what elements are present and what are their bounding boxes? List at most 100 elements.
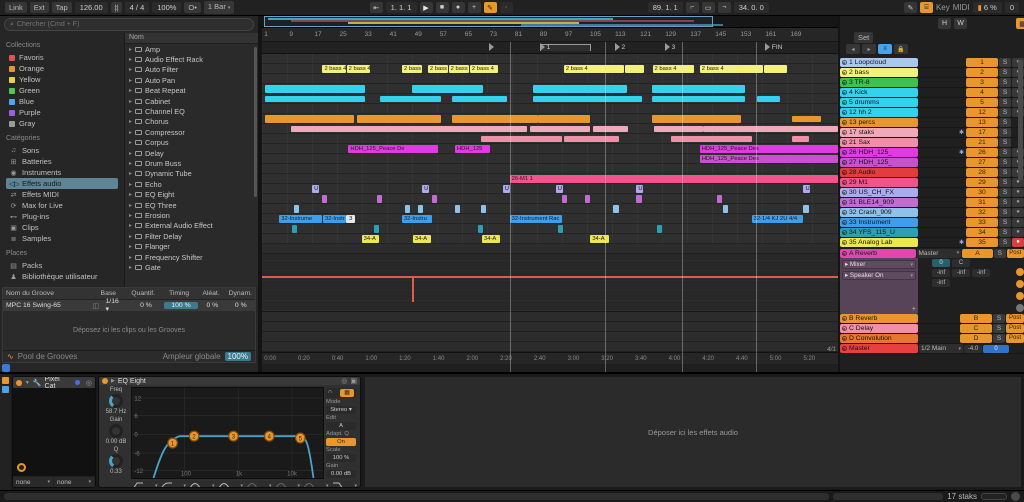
track-number-box[interactable]: 32: [966, 208, 998, 217]
track-header-33[interactable]: ▸33 Instrument33S●: [840, 218, 1024, 228]
punch-in-icon[interactable]: ⌐: [686, 2, 699, 13]
pixel-cat-knob[interactable]: [17, 463, 26, 472]
track-header-3[interactable]: ▸3 TR-83S●: [840, 78, 1024, 88]
track-activator[interactable]: ▸: [842, 80, 847, 85]
groove-name[interactable]: MPC 16 Swing-65: [3, 302, 90, 309]
track-activator[interactable]: ▸: [842, 60, 847, 65]
sidebar-item-sons[interactable]: ♫Sons: [6, 145, 118, 156]
scale-value[interactable]: 100 %: [326, 454, 356, 462]
locator-row[interactable]: 123FIN: [262, 42, 838, 54]
clip[interactable]: [564, 136, 619, 142]
filter-type-select[interactable]: ▾: [131, 481, 159, 488]
expand-triangle-icon[interactable]: ▸: [129, 160, 132, 167]
tempo-field[interactable]: 126.00: [75, 2, 108, 13]
solo-button[interactable]: S: [999, 98, 1011, 107]
zoom-width-button[interactable]: W: [954, 18, 967, 29]
return-d-lane[interactable]: [262, 332, 838, 342]
clip[interactable]: 34-A: [482, 235, 500, 243]
follow-button[interactable]: ⇤: [370, 2, 383, 13]
clip[interactable]: [703, 126, 838, 132]
clip[interactable]: [265, 96, 365, 102]
clip-lane-1[interactable]: [262, 54, 838, 64]
return-name[interactable]: ▸B Reverb: [840, 314, 918, 323]
filter-type-select[interactable]: ▾: [160, 481, 188, 488]
track-name[interactable]: ▸32 Crash_909: [840, 208, 918, 217]
expand-triangle-icon[interactable]: ▸: [129, 254, 132, 261]
sidebar-item-clips[interactable]: ▣Clips: [6, 222, 118, 233]
track-header-32[interactable]: ▸32 Crash_90932S●: [840, 208, 1024, 218]
track-name[interactable]: ▸29 M1: [840, 178, 918, 187]
device-drop-zone[interactable]: Déposer ici les effets audio: [364, 376, 1022, 488]
browser-list-header[interactable]: Nom: [125, 33, 258, 44]
expand-triangle-icon[interactable]: ▸: [129, 181, 132, 188]
sends-section-button[interactable]: ▸: [862, 44, 876, 54]
track-header-4[interactable]: ▸4 Kick4S●: [840, 88, 1024, 98]
metronome-icon[interactable]: |:|: [111, 2, 122, 13]
master-header[interactable]: ▸Master1/2 Main▾-4.00: [840, 344, 1024, 354]
clip[interactable]: 2 bass: [402, 65, 422, 73]
sidebar-item-purple[interactable]: Purple: [6, 107, 118, 118]
clip[interactable]: U: [556, 185, 563, 193]
solo-button[interactable]: S: [999, 118, 1011, 127]
clip[interactable]: [652, 85, 745, 93]
track-number-box[interactable]: 30: [966, 188, 998, 197]
device-item[interactable]: ▸Flanger: [125, 241, 258, 251]
link-button[interactable]: Link: [5, 2, 27, 13]
return-d-header[interactable]: ▸D ConvolutionDSPost: [840, 334, 1024, 344]
sidebar-item-samples[interactable]: ≣Samples: [6, 233, 118, 244]
time-signature-field[interactable]: 4 / 4: [125, 2, 150, 13]
groove-column-header[interactable]: Nom du Groove: [3, 290, 92, 297]
track-activator[interactable]: ▸: [842, 190, 847, 195]
track-number-box[interactable]: 17: [966, 128, 998, 137]
zoom-height-button[interactable]: H: [938, 18, 951, 29]
clip[interactable]: 2 bass 4: [428, 65, 448, 73]
track-header-26[interactable]: ▸26 HDH_125_✱26S●: [840, 148, 1024, 158]
clip[interactable]: [657, 225, 662, 233]
expand-triangle-icon[interactable]: ▸: [129, 98, 132, 105]
sidebar-item-effets-midi[interactable]: ⇄Effets MIDI: [6, 189, 118, 200]
groove-column-header[interactable]: Timing: [162, 290, 197, 297]
master-name[interactable]: ▸Master: [840, 344, 918, 353]
clip[interactable]: U: [312, 185, 319, 193]
track-name[interactable]: ▸2 bass: [840, 68, 918, 77]
status-loop-box[interactable]: [981, 493, 1007, 500]
ext-button[interactable]: Ext: [30, 2, 49, 13]
track-activator[interactable]: ▸: [842, 140, 847, 145]
solo-button[interactable]: S: [999, 58, 1011, 67]
arrangement-position-field[interactable]: 1. 1. 1: [386, 2, 417, 13]
groove-drop-zone[interactable]: Déposez ici les clips ou les Grooves: [3, 311, 255, 350]
beat-time-ruler[interactable]: 1917253341495765738189971051131211291371…: [262, 28, 838, 42]
solo-button[interactable]: S: [999, 218, 1011, 227]
track-activator[interactable]: ▸: [842, 200, 847, 205]
device-on-button[interactable]: [102, 378, 108, 384]
solo-button[interactable]: S: [993, 334, 1005, 343]
clip[interactable]: U: [803, 185, 810, 193]
pan-field[interactable]: C: [952, 259, 970, 267]
master-volume-field[interactable]: -4.0: [964, 345, 982, 353]
expand-triangle-icon[interactable]: ▸: [129, 108, 132, 115]
send-field[interactable]: -inf: [932, 279, 950, 287]
quantize-dot-icon[interactable]: O•: [184, 2, 200, 13]
device-item[interactable]: ▸External Audio Effect: [125, 221, 258, 231]
device-item[interactable]: ▸Drum Buss: [125, 158, 258, 168]
expand-triangle-icon[interactable]: ▸: [129, 212, 132, 219]
track-activator[interactable]: ▸: [842, 240, 847, 245]
master-pan-field[interactable]: 0: [983, 345, 1009, 353]
device-item[interactable]: ▸Echo: [125, 179, 258, 189]
expand-triangle-icon[interactable]: ▸: [129, 222, 132, 229]
track-name[interactable]: ▸12 hh 2: [840, 108, 918, 117]
track-number-box[interactable]: 3: [966, 78, 998, 87]
clip[interactable]: [455, 205, 460, 213]
track-number-box[interactable]: 26: [966, 148, 998, 157]
clip[interactable]: [291, 126, 527, 132]
track-activator[interactable]: ▸: [842, 326, 847, 331]
volume-field[interactable]: 0: [932, 259, 950, 267]
automation-breakpoint[interactable]: [412, 276, 414, 302]
q-knob[interactable]: [109, 454, 123, 468]
track-header-28[interactable]: ▸28 Audio28S●: [840, 168, 1024, 178]
clip-lane-21[interactable]: [262, 134, 838, 144]
computer-midi-keyboard-button[interactable]: ⌸: [920, 2, 933, 13]
output-gain-value[interactable]: 0.00 dB: [326, 470, 356, 478]
clip[interactable]: [432, 195, 437, 203]
arm-button[interactable]: ●: [1012, 238, 1024, 247]
